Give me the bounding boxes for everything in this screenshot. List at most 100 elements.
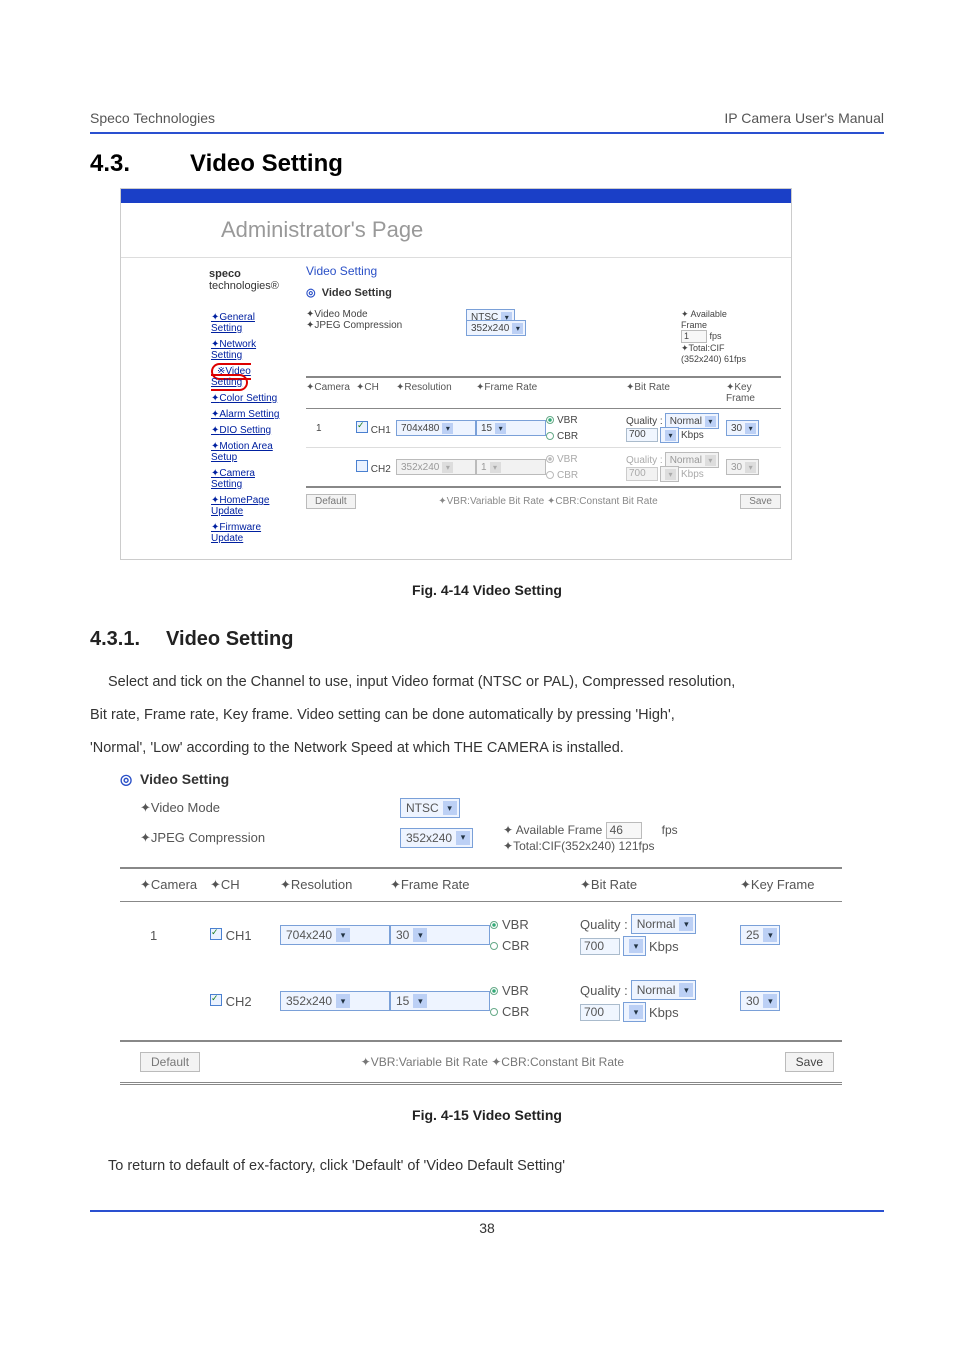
ch1-vbr-radio[interactable] bbox=[546, 416, 554, 424]
ch2-kbps-input-large[interactable]: 700 bbox=[580, 1004, 620, 1021]
default-button[interactable]: Default bbox=[306, 494, 356, 509]
page-number: 38 bbox=[90, 1220, 884, 1236]
jpeg-select-large[interactable]: 352x240▾ bbox=[400, 828, 473, 848]
ch2-kbps-unit-large[interactable]: ▾ bbox=[623, 1002, 646, 1022]
body-paragraph: Bit rate, Frame rate, Key frame. Video s… bbox=[90, 702, 884, 729]
nav-dio-setting[interactable]: ✦DIO Setting bbox=[211, 425, 288, 436]
save-button[interactable]: Save bbox=[740, 494, 781, 509]
nav-video-setting[interactable]: ※Video Setting bbox=[211, 366, 288, 388]
admin-page-title: Administrator's Page bbox=[121, 203, 791, 258]
nav-network-setting[interactable]: ✦Network Setting bbox=[211, 339, 288, 361]
chevron-down-icon: ▾ bbox=[763, 928, 777, 942]
ch1-rate-type-large: VBR CBR bbox=[490, 917, 580, 953]
ch1-cbr-radio[interactable] bbox=[546, 432, 554, 440]
admin-top-bar bbox=[121, 189, 791, 203]
ch2-vbr-radio bbox=[546, 455, 554, 463]
save-button-large[interactable]: Save bbox=[785, 1052, 834, 1072]
body-paragraph: 'Normal', 'Low' according to the Network… bbox=[90, 735, 884, 762]
section-heading: 4.3. Video Setting bbox=[90, 150, 884, 178]
ch2-vbr-radio-large[interactable] bbox=[490, 987, 498, 995]
chevron-down-icon: ▾ bbox=[745, 462, 756, 473]
chevron-down-icon: ▾ bbox=[629, 1005, 643, 1019]
ch2-checkbox-large[interactable] bbox=[210, 994, 222, 1006]
ch1-keyframe-select[interactable]: 30▾ bbox=[726, 420, 759, 436]
ch1-checkbox[interactable] bbox=[356, 421, 368, 433]
video-mode-label: ✦Video Mode bbox=[140, 800, 400, 816]
bottom-rule bbox=[90, 1210, 884, 1212]
chevron-down-icon: ▾ bbox=[456, 831, 470, 845]
ch1-vbr-radio-large[interactable] bbox=[490, 921, 498, 929]
ch1-quality-select-large[interactable]: Normal▾ bbox=[631, 914, 697, 934]
chevron-down-icon: ▾ bbox=[665, 430, 676, 441]
table-row: CH2 352x240▾ 1▾ VBR CBR Quality : Normal… bbox=[306, 448, 781, 486]
nav-motion-area-setup[interactable]: ✦Motion Area Setup bbox=[211, 441, 288, 463]
available-frame-box: ✦ Available Frame 1 fps ✦Total:CIF (352x… bbox=[681, 309, 781, 364]
chevron-down-icon: ▾ bbox=[679, 983, 693, 997]
ch1-resolution-select[interactable]: 704x480▾ bbox=[396, 420, 476, 436]
camera-number: 1 bbox=[140, 928, 210, 943]
default-button-large[interactable]: Default bbox=[140, 1052, 200, 1072]
ch2-checkbox[interactable] bbox=[356, 460, 368, 472]
ch1-cbr-radio-large[interactable] bbox=[490, 942, 498, 950]
nav-firmware-update[interactable]: ✦Firmware Update bbox=[211, 522, 288, 544]
rate-legend-large: ✦VBR:Variable Bit Rate ✦CBR:Constant Bit… bbox=[361, 1055, 624, 1069]
chevron-down-icon: ▾ bbox=[512, 323, 523, 334]
ch2-resolution-select-large[interactable]: 352x240▾ bbox=[280, 991, 390, 1011]
ch2-cbr-radio-large[interactable] bbox=[490, 1008, 498, 1016]
subsection-number: 4.3.1. bbox=[90, 628, 140, 651]
admin-main-panel: Video Setting ◎ Video Setting ✦Video Mod… bbox=[296, 258, 791, 519]
ch1-checkbox-large[interactable] bbox=[210, 928, 222, 940]
video-mode-row: ✦Video Mode NTSC▾ ✦ Available Frame 1 fp… bbox=[306, 309, 781, 364]
body-paragraph: Select and tick on the Channel to use, i… bbox=[90, 669, 884, 696]
video-mode-row-large: ✦Video Mode NTSC▾ bbox=[140, 798, 842, 818]
ch1-framerate-select-large[interactable]: 30▾ bbox=[390, 925, 490, 945]
chevron-down-icon: ▾ bbox=[705, 416, 716, 427]
table-footer-large: Default ✦VBR:Variable Bit Rate ✦CBR:Cons… bbox=[120, 1042, 842, 1082]
ch1-kbps-input[interactable]: 700 bbox=[626, 428, 658, 442]
video-settings-table-small: ✦Camera ✦CH ✦Resolution ✦Frame Rate ✦Bit… bbox=[306, 376, 781, 488]
avail-frame-value: 1 bbox=[681, 330, 707, 343]
chevron-down-icon: ▾ bbox=[763, 994, 777, 1008]
ch2-framerate-select-large[interactable]: 15▾ bbox=[390, 991, 490, 1011]
jpeg-row-large: ✦JPEG Compression 352x240▾ ✦ Available F… bbox=[140, 822, 842, 853]
ch2-rate-type-large: VBR CBR bbox=[490, 983, 580, 1019]
ch2-bitrate-cell: Quality : Normal▾ 700▾Kbps bbox=[626, 453, 726, 481]
table-header-large: ✦Camera ✦CH ✦Resolution ✦Frame Rate ✦Bit… bbox=[120, 867, 842, 902]
ch2-keyframe-select: 30▾ bbox=[726, 459, 759, 475]
nav-camera-setting[interactable]: ✦Camera Setting bbox=[211, 468, 288, 490]
nav-general-setting[interactable]: ✦General Setting bbox=[211, 312, 288, 334]
figure-caption-2: Fig. 4-15 Video Setting bbox=[90, 1107, 884, 1123]
figure-caption-1: Fig. 4-14 Video Setting bbox=[90, 582, 884, 598]
ch1-resolution-select-large[interactable]: 704x240▾ bbox=[280, 925, 390, 945]
chevron-down-icon: ▾ bbox=[336, 994, 350, 1008]
bottom-paragraph: To return to default of ex-factory, clic… bbox=[90, 1153, 884, 1180]
rate-legend: ✦VBR:Variable Bit Rate ✦CBR:Constant Bit… bbox=[438, 496, 657, 507]
nav-homepage-update[interactable]: ✦HomePage Update bbox=[211, 495, 288, 517]
ch2-quality-select-large[interactable]: Normal▾ bbox=[631, 980, 697, 1000]
ch2-kbps-unit: ▾ bbox=[660, 466, 679, 482]
chevron-down-icon: ▾ bbox=[413, 928, 427, 942]
subsection-title: Video Setting bbox=[166, 628, 293, 651]
chevron-down-icon: ▾ bbox=[665, 469, 676, 480]
jpeg-select[interactable]: 352x240▾ bbox=[466, 320, 526, 336]
ch2-bitrate-cell-large: Quality : Normal▾ 700▾Kbps bbox=[580, 978, 740, 1024]
chevron-down-icon: ▾ bbox=[442, 462, 453, 473]
nav-color-setting[interactable]: ✦Color Setting bbox=[211, 393, 288, 404]
chevron-down-icon: ▾ bbox=[705, 455, 716, 466]
chevron-down-icon: ▾ bbox=[443, 801, 457, 815]
ch1-kbps-input-large[interactable]: 700 bbox=[580, 938, 620, 955]
ch1-kbps-unit-large[interactable]: ▾ bbox=[623, 936, 646, 956]
nav-alarm-setting[interactable]: ✦Alarm Setting bbox=[211, 409, 288, 420]
chevron-down-icon: ▾ bbox=[490, 462, 501, 473]
ch1-keyframe-select-large[interactable]: 25▾ bbox=[740, 925, 780, 945]
bullet-icon: ◎ bbox=[120, 771, 132, 787]
jpeg-label: ✦JPEG Compression bbox=[140, 830, 400, 846]
jpeg-label: ✦JPEG Compression bbox=[306, 320, 466, 331]
ch1-rate-type: VBR CBR bbox=[546, 413, 626, 443]
ch2-keyframe-select-large[interactable]: 30▾ bbox=[740, 991, 780, 1011]
ch1-kbps-unit[interactable]: ▾ bbox=[660, 427, 679, 443]
video-mode-select-large[interactable]: NTSC▾ bbox=[400, 798, 460, 818]
ch1-framerate-select[interactable]: 15▾ bbox=[476, 420, 546, 436]
chevron-down-icon: ▾ bbox=[495, 423, 506, 434]
brand-logo: speco technologies® bbox=[131, 268, 288, 292]
